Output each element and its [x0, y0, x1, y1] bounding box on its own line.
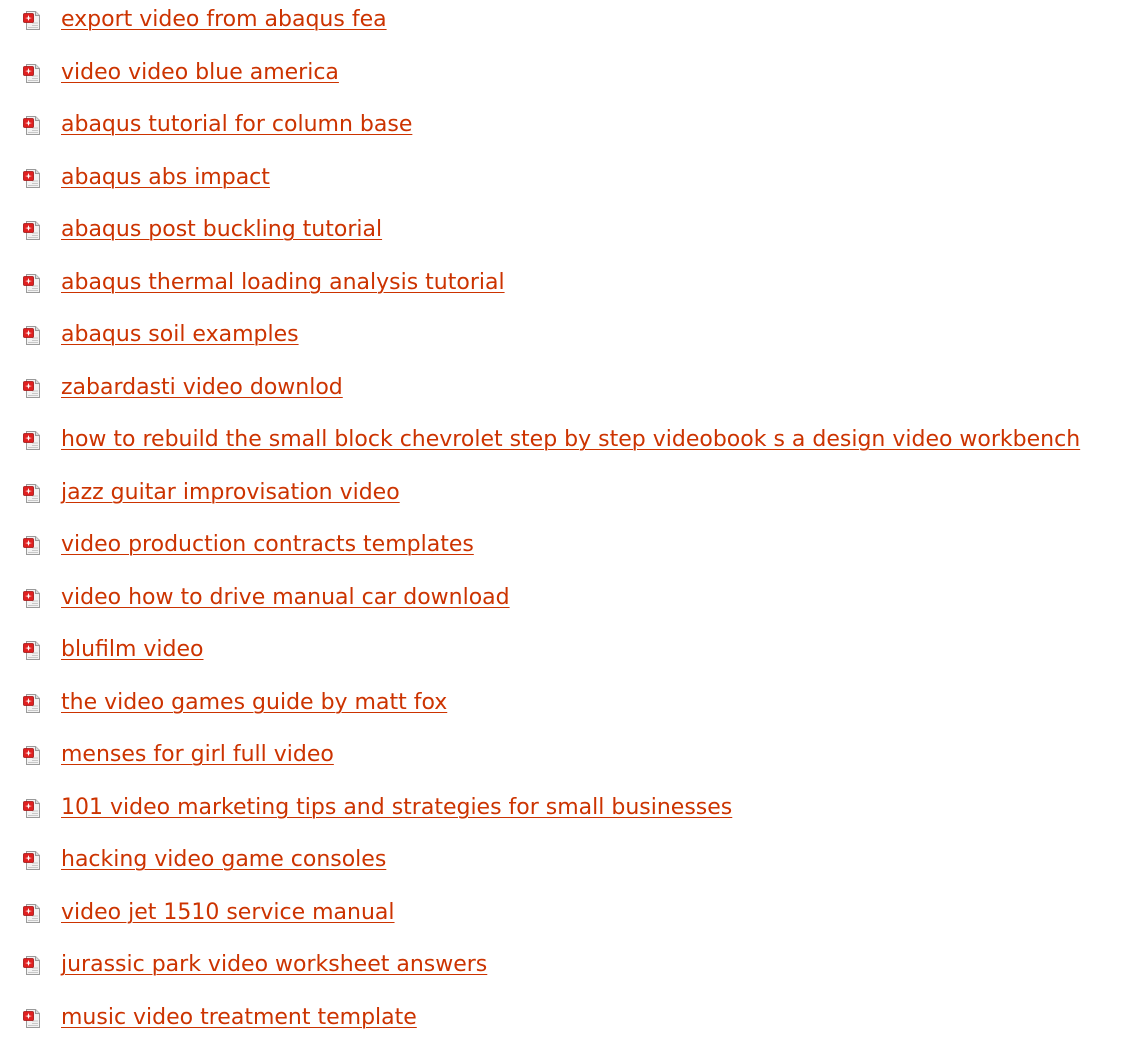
pdf-link[interactable]: zabardasti video downlod — [61, 373, 343, 403]
pdf-icon — [23, 903, 41, 923]
pdf-icon — [23, 63, 41, 83]
pdf-link[interactable]: export video from abaqus fea — [61, 5, 387, 35]
pdf-link[interactable]: jazz guitar improvisation video — [61, 478, 400, 508]
pdf-icon — [23, 431, 41, 450]
pdf-icon — [23, 168, 41, 188]
pdf-link[interactable]: video video blue america — [61, 58, 339, 88]
pdf-icon — [23, 11, 41, 30]
pdf-icon — [23, 1008, 41, 1028]
pdf-icon — [23, 221, 41, 240]
pdf-link[interactable]: blufilm video — [61, 635, 204, 665]
pdf-icon — [23, 798, 41, 818]
pdf-icon — [23, 536, 41, 555]
pdf-icon — [23, 693, 41, 713]
pdf-link[interactable]: 101 video marketing tips and strategies … — [61, 793, 732, 823]
pdf-icon — [23, 273, 41, 293]
pdf-link[interactable]: video how to drive manual car download — [61, 583, 510, 613]
pdf-icon — [23, 746, 41, 765]
pdf-link[interactable]: abaqus thermal loading analysis tutorial — [61, 268, 505, 298]
pdf-link[interactable]: how to rebuild the small block chevrolet… — [61, 425, 1080, 455]
pdf-icon — [23, 588, 41, 608]
pdf-icon — [23, 378, 41, 398]
pdf-link[interactable]: video jet 1510 service manual — [61, 898, 395, 928]
pdf-icon — [23, 641, 41, 660]
pdf-link[interactable]: the video games guide by matt fox — [61, 688, 447, 718]
pdf-link[interactable]: music video treatment template — [61, 1003, 417, 1033]
pdf-link[interactable]: video production contracts templates — [61, 530, 474, 560]
pdf-link[interactable]: hacking video game consoles — [61, 845, 386, 875]
pdf-link[interactable]: abaqus soil examples — [61, 320, 299, 350]
pdf-link[interactable]: abaqus post buckling tutorial — [61, 215, 382, 245]
pdf-icon — [23, 956, 41, 975]
pdf-icon — [23, 116, 41, 135]
pdf-icon — [23, 483, 41, 503]
pdf-icon — [23, 326, 41, 345]
pdf-link[interactable]: abaqus tutorial for column base — [61, 110, 412, 140]
pdf-link[interactable]: abaqus abs impact — [61, 163, 270, 193]
pdf-link[interactable]: menses for girl full video — [61, 740, 334, 770]
pdf-icon — [23, 851, 41, 870]
pdf-link[interactable]: jurassic park video worksheet answers — [61, 950, 487, 980]
